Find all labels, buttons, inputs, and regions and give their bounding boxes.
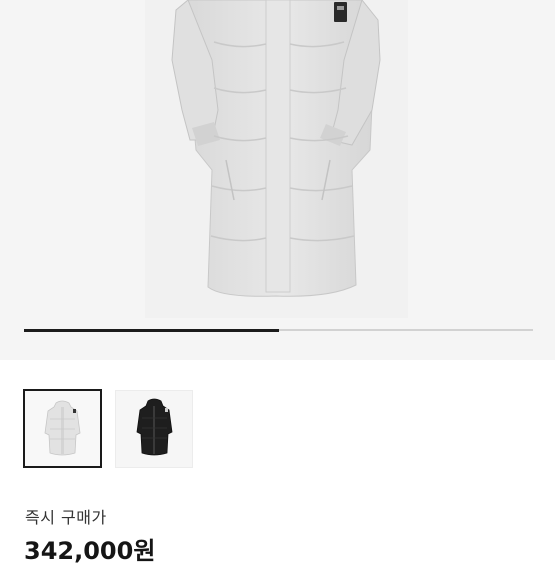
instant-purchase-price: 342,000원 [24,537,156,565]
gallery-progress-track [24,328,533,332]
gallery-progress-fill [24,328,279,332]
thumbnail-gray-coat[interactable] [23,389,102,468]
black-coat-thumbnail-image [136,398,173,456]
gray-coat-thumbnail-image [44,400,81,456]
product-gallery[interactable] [0,0,555,360]
instant-purchase-label: 즉시 구매가 [25,508,107,527]
thumbnail-black-coat[interactable] [115,390,193,468]
main-product-image[interactable] [0,0,555,360]
